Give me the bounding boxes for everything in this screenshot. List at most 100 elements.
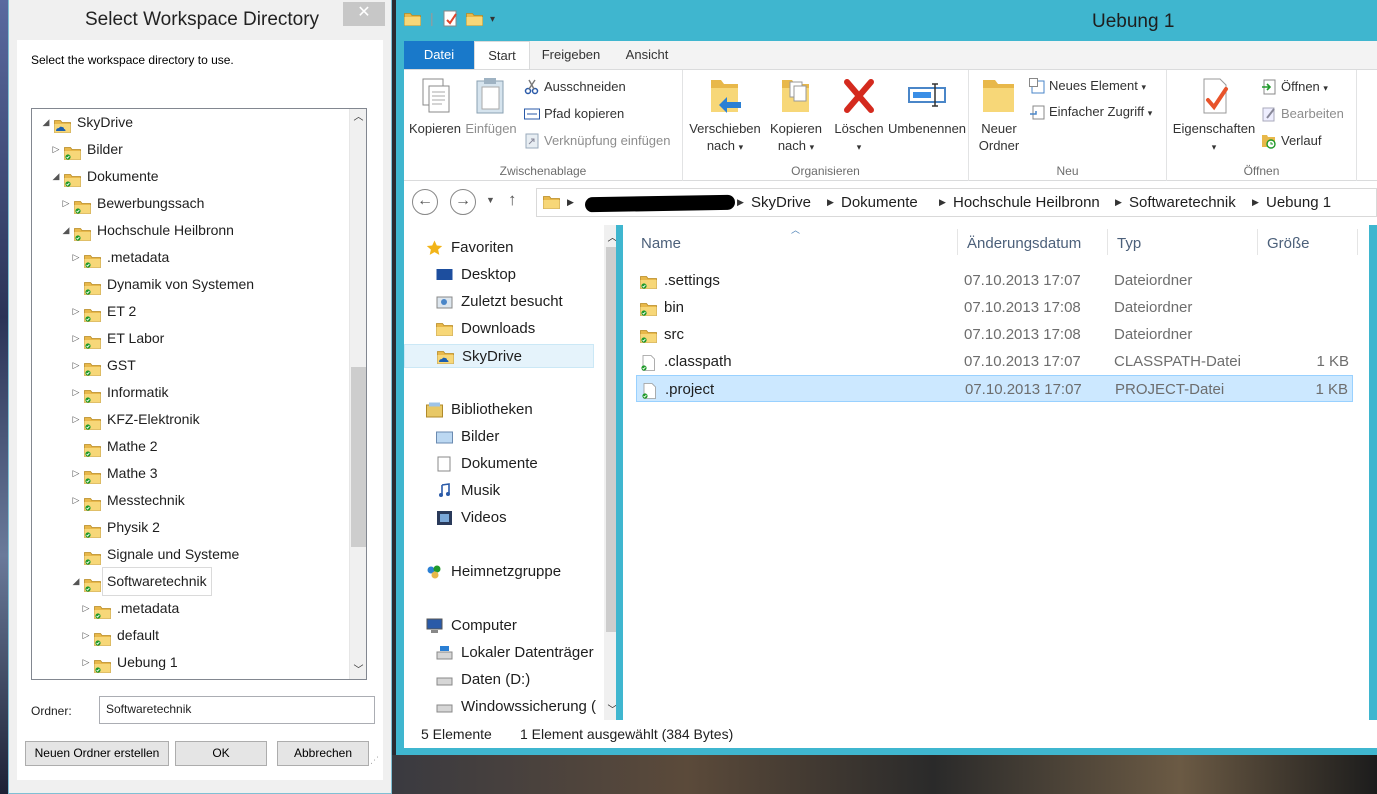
expand-arrow-icon[interactable]: ▷: [70, 298, 82, 325]
tree-item-default[interactable]: ▷ default: [32, 622, 348, 649]
tree-item-mathe-3[interactable]: ▷ Mathe 3: [32, 460, 348, 487]
scroll-up-icon[interactable]: ︿: [604, 229, 617, 244]
scroll-thumb[interactable]: [606, 247, 616, 632]
recent-locations-icon[interactable]: ▼: [486, 195, 495, 205]
nav-item-heimnetzgruppe[interactable]: Heimnetzgruppe: [404, 560, 602, 584]
tree-item-hochschule-heilbronn[interactable]: ◢ Hochschule Heilbronn: [32, 217, 348, 244]
tree-item-messtechnik[interactable]: ▷ Messtechnik: [32, 487, 348, 514]
tree-item-dokumente[interactable]: ◢ Dokumente: [32, 163, 348, 190]
nav-scrollbar[interactable]: ︿ ﹀: [604, 225, 616, 720]
file-row[interactable]: .classpath 07.10.2013 17:07 CLASSPATH-Date…: [636, 348, 1353, 375]
breadcrumb-hochschule-heilbronn[interactable]: Hochschule Heilbronn: [953, 189, 1100, 216]
tree-item-uebung-1[interactable]: ▷ Uebung 1: [32, 649, 348, 676]
file-row[interactable]: bin 07.10.2013 17:08 Dateiordner: [636, 294, 1353, 321]
expand-arrow-icon[interactable]: ▷: [80, 595, 92, 622]
scroll-thumb[interactable]: [351, 367, 366, 547]
cut-button[interactable]: Ausschneiden: [524, 76, 626, 98]
file-row[interactable]: src 07.10.2013 17:08 Dateiordner: [636, 321, 1353, 348]
dialog-titlebar[interactable]: Select Workspace Directory ✕: [9, 0, 391, 40]
expand-arrow-icon[interactable]: ▷: [50, 136, 62, 163]
tree-scrollbar[interactable]: ︿ ﹀: [349, 109, 366, 679]
tab-start[interactable]: Start: [474, 41, 530, 69]
scroll-down-icon[interactable]: ﹀: [604, 701, 617, 716]
tab-file[interactable]: Datei: [404, 41, 474, 69]
expand-arrow-icon[interactable]: ▷: [70, 379, 82, 406]
nav-item-desktop[interactable]: Desktop: [404, 263, 602, 287]
nav-item-bilder[interactable]: Bilder: [404, 425, 602, 449]
tab-view[interactable]: Ansicht: [612, 41, 682, 69]
easy-access-button[interactable]: Einfacher Zugriff ▾: [1029, 101, 1152, 123]
tree-item-et-2[interactable]: ▷ ET 2: [32, 298, 348, 325]
chevron-right-icon[interactable]: ▶: [827, 189, 834, 216]
copy-path-button[interactable]: Pfad kopieren: [524, 103, 624, 125]
paste-button[interactable]: Einfügen: [464, 76, 518, 137]
edit-button[interactable]: Bearbeiten: [1261, 103, 1344, 125]
tree-item-physik-2[interactable]: Physik 2: [32, 514, 348, 541]
nav-item-daten-d[interactable]: Daten (D:): [404, 668, 602, 692]
breadcrumb-uebung-1[interactable]: Uebung 1: [1266, 189, 1331, 216]
expand-arrow-icon[interactable]: ▷: [70, 487, 82, 514]
expand-arrow-icon[interactable]: ▷: [80, 649, 92, 676]
tree-item-et-labor[interactable]: ▷ ET Labor: [32, 325, 348, 352]
paste-shortcut-button[interactable]: Verknüpfung einfügen: [524, 130, 671, 152]
scroll-up-icon[interactable]: ︿: [350, 109, 366, 126]
nav-item-musik[interactable]: Musik: [404, 479, 602, 503]
customize-toolbar-icon[interactable]: ▾: [490, 14, 495, 25]
copy-button[interactable]: Kopieren: [406, 76, 464, 137]
expand-arrow-icon[interactable]: ▷: [80, 622, 92, 649]
tree-item-metadata[interactable]: ▷ .metadata: [32, 595, 348, 622]
file-row[interactable]: .project 07.10.2013 17:07 PROJECT-Datei 1 K…: [636, 375, 1353, 402]
nav-item-downloads[interactable]: Downloads: [404, 317, 602, 341]
chevron-right-icon[interactable]: ▶: [737, 189, 744, 216]
nav-item-favoriten[interactable]: Favoriten: [404, 236, 602, 260]
tree-item-dynamik-von-systemen[interactable]: Dynamik von Systemen: [32, 271, 348, 298]
tree-item-bewerbungssach[interactable]: ▷ Bewerbungssach: [32, 190, 348, 217]
cancel-button[interactable]: Abbrechen: [277, 741, 369, 766]
tree-item-skydrive[interactable]: ◢ SkyDrive: [32, 109, 348, 136]
column-header-name[interactable]: Name: [641, 233, 681, 255]
open-button[interactable]: Öffnen ▾: [1261, 76, 1328, 98]
ok-button[interactable]: OK: [175, 741, 267, 766]
nav-item-zuletzt-besucht[interactable]: Zuletzt besucht: [404, 290, 602, 314]
new-folder-button[interactable]: Neuen Ordner erstellen: [25, 741, 169, 766]
collapse-arrow-icon[interactable]: ◢: [40, 109, 52, 136]
nav-item-videos[interactable]: Videos: [404, 506, 602, 530]
folder-input[interactable]: Softwaretechnik: [99, 696, 375, 724]
collapse-arrow-icon[interactable]: ◢: [60, 217, 72, 244]
column-divider[interactable]: [1357, 229, 1358, 255]
tree-item-kfz-elektronik[interactable]: ▷ KFZ-Elektronik: [32, 406, 348, 433]
navigation-pane[interactable]: ︿ ﹀ Favoriten Desktop Zuletzt besucht Downl…: [404, 225, 616, 720]
chevron-right-icon[interactable]: ▶: [1115, 189, 1122, 216]
chevron-right-icon[interactable]: ▶: [1252, 189, 1259, 216]
new-folder-button[interactable]: Neuer Ordner: [975, 76, 1023, 154]
tree-item-metadata[interactable]: ▷ .metadata: [32, 244, 348, 271]
properties-icon[interactable]: [442, 10, 459, 31]
move-to-button[interactable]: Verschieben nach ▾: [689, 76, 761, 156]
breadcrumb-softwaretechnik[interactable]: Softwaretechnik: [1129, 189, 1236, 216]
column-divider[interactable]: [957, 229, 958, 255]
delete-button[interactable]: Löschen ▾: [833, 76, 885, 156]
column-header-date[interactable]: Änderungsdatum: [967, 233, 1081, 255]
expand-arrow-icon[interactable]: ▷: [70, 406, 82, 433]
expand-arrow-icon[interactable]: ▷: [70, 460, 82, 487]
expand-arrow-icon[interactable]: ▷: [70, 325, 82, 352]
column-header-type[interactable]: Typ: [1117, 233, 1141, 255]
tree-item-informatik[interactable]: ▷ Informatik: [32, 379, 348, 406]
close-button[interactable]: ✕: [343, 2, 385, 26]
chevron-right-icon[interactable]: ▶: [939, 189, 946, 216]
nav-item-lokaler-datentr-ger[interactable]: Lokaler Datenträger: [404, 641, 602, 665]
copy-to-button[interactable]: Kopieren nach ▾: [763, 76, 829, 156]
properties-button[interactable]: Eigenschaften ▾: [1171, 76, 1257, 156]
address-box[interactable]: ▶ ▶ SkyDrive ▶ Dokumente ▶ Hochschule Heilbro…: [536, 188, 1377, 217]
column-header-size[interactable]: Größe: [1267, 233, 1310, 255]
chevron-right-icon[interactable]: ▶: [567, 189, 574, 216]
breadcrumb-dokumente[interactable]: Dokumente: [841, 189, 918, 216]
tree-item-softwaretechnik[interactable]: ◢ Softwaretechnik: [32, 567, 348, 596]
new-folder-icon[interactable]: [466, 10, 483, 31]
new-item-button[interactable]: Neues Element ▾: [1029, 75, 1146, 97]
file-row[interactable]: .settings 07.10.2013 17:07 Dateiordner: [636, 267, 1353, 294]
tree-item-gst[interactable]: ▷ GST: [32, 352, 348, 379]
nav-item-dokumente[interactable]: Dokumente: [404, 452, 602, 476]
folder-icon[interactable]: [404, 10, 421, 31]
resize-grip-icon[interactable]: ⋰: [370, 755, 379, 766]
